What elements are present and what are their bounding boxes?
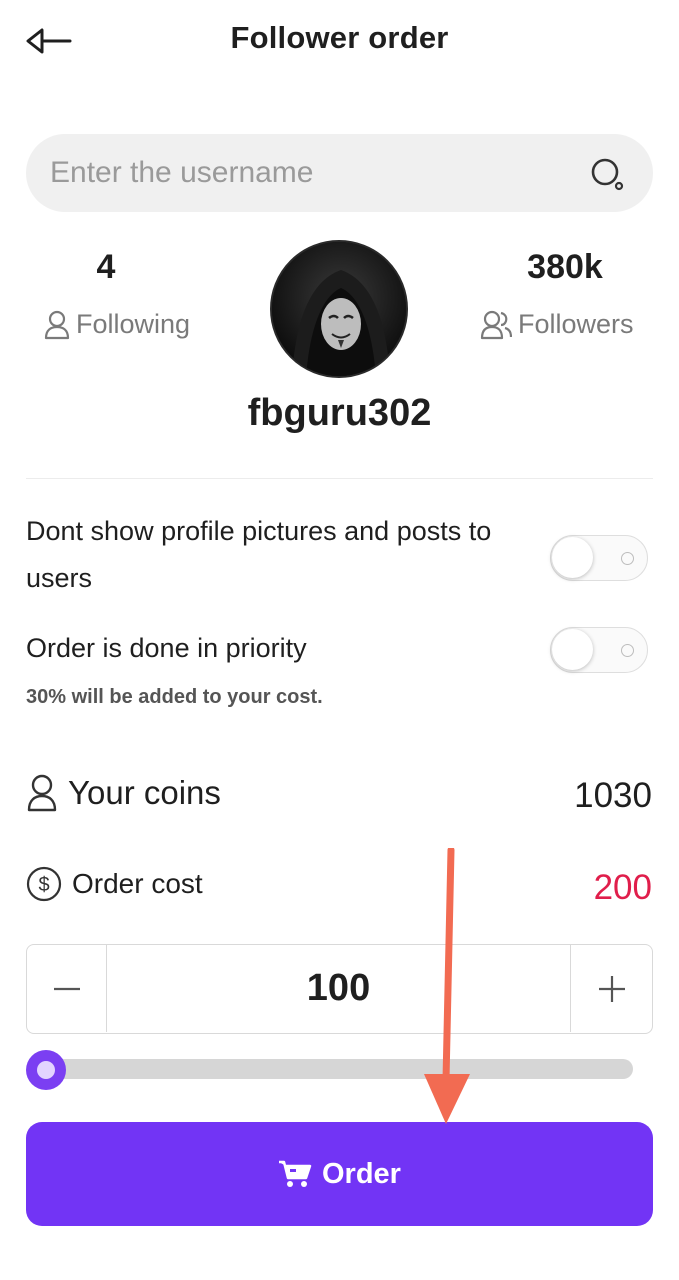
slider-track[interactable] xyxy=(40,1059,633,1079)
svg-text:$: $ xyxy=(38,874,49,896)
toggle-knob xyxy=(552,629,593,670)
following-stat: 4 Following xyxy=(44,248,204,340)
priority-note: 30% will be added to your cost. xyxy=(26,686,323,708)
dollar-icon: $ xyxy=(26,866,62,902)
followers-count: 380k xyxy=(527,248,603,286)
toggle-knob xyxy=(552,537,593,578)
following-label: Following xyxy=(76,309,191,339)
page-title: Follower order xyxy=(230,20,449,55)
search-bar xyxy=(26,134,653,212)
quantity-value[interactable]: 100 xyxy=(109,945,568,1032)
plus-icon xyxy=(598,975,625,1002)
increase-button[interactable] xyxy=(570,945,652,1032)
priority-toggle[interactable] xyxy=(550,627,648,673)
cart-icon xyxy=(279,1160,312,1187)
quantity-stepper: 100 xyxy=(26,944,653,1034)
coins-row: Your coins xyxy=(26,774,221,812)
hide-profile-option-label: Dont show profile pictures and posts to … xyxy=(26,516,492,593)
following-count: 4 xyxy=(96,248,116,286)
divider xyxy=(26,478,653,479)
coins-label: Your coins xyxy=(68,774,221,811)
minus-icon xyxy=(53,987,80,990)
avatar xyxy=(270,240,408,378)
cost-label: Order cost xyxy=(72,868,203,899)
coins-value: 1030 xyxy=(574,776,652,815)
toggle-off-indicator xyxy=(621,552,634,565)
header: Follower order xyxy=(0,0,679,84)
quantity-slider[interactable] xyxy=(26,1050,633,1090)
search-icon[interactable] xyxy=(589,156,625,192)
order-button-label: Order xyxy=(322,1157,401,1190)
slider-thumb[interactable] xyxy=(26,1050,66,1090)
decrease-button[interactable] xyxy=(27,945,107,1032)
order-button[interactable]: Order xyxy=(26,1122,653,1226)
users-icon xyxy=(480,310,512,339)
user-icon xyxy=(44,310,70,339)
username-search-input[interactable] xyxy=(50,134,570,212)
cost-row: $ Order cost xyxy=(26,866,203,902)
followers-label: Followers xyxy=(518,309,634,339)
cost-value: 200 xyxy=(593,868,652,907)
toggle-off-indicator xyxy=(621,644,634,657)
user-icon xyxy=(27,774,57,812)
followers-stat: 380k Followers xyxy=(480,248,650,340)
hooded-mask-avatar-image xyxy=(272,242,406,376)
username: fbguru302 xyxy=(247,392,432,434)
hide-profile-toggle[interactable] xyxy=(550,535,648,581)
priority-option-label: Order is done in priority xyxy=(26,633,307,663)
